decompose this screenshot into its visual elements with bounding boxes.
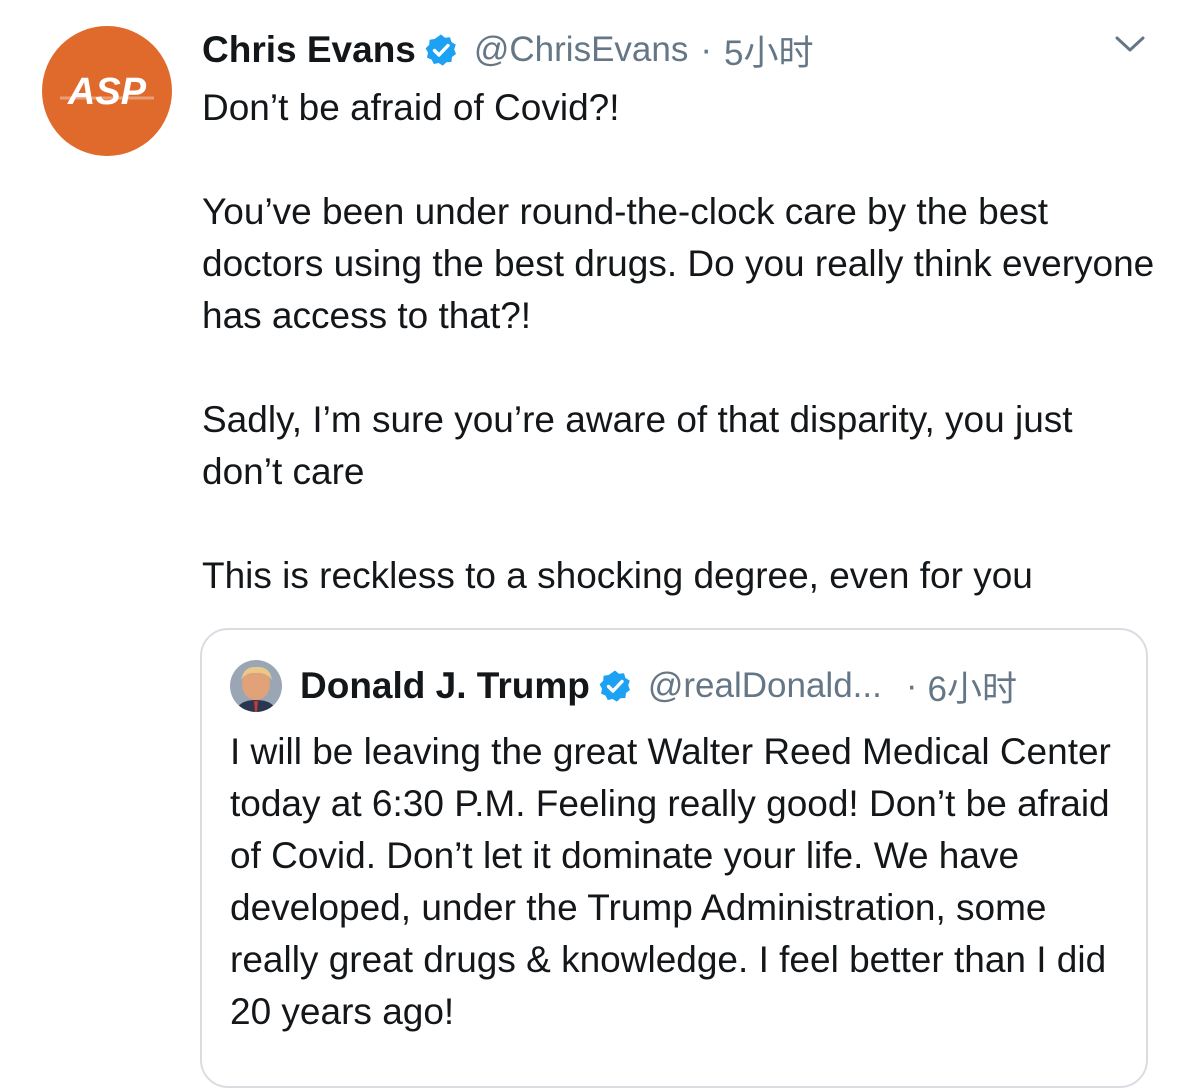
quoted-tweet-text: I will be leaving the great Walter Reed … [230, 731, 1111, 1032]
quoted-tweet[interactable]: Donald J. Trump @realDonald... · 6小时 I w… [200, 628, 1148, 1088]
avatar-logo-text: ASP [67, 71, 147, 113]
tweet-text: Don’t be afraid of Covid?! You’ve been u… [202, 82, 1162, 602]
avatar[interactable]: ASP [42, 26, 172, 156]
quoted-user-handle[interactable]: @realDonald... [648, 666, 882, 706]
verified-badge-icon [424, 33, 458, 67]
quoted-display-name[interactable]: Donald J. Trump [300, 665, 590, 707]
verified-badge-icon [598, 669, 632, 703]
separator-dot: · [700, 30, 713, 69]
separator-dot: · [905, 666, 918, 705]
chevron-down-icon[interactable] [1112, 30, 1148, 58]
tweet-paragraph: This is reckless to a shocking degree, e… [202, 555, 1033, 596]
asp-logo: ASP [60, 71, 154, 113]
user-handle[interactable]: @ChrisEvans [474, 30, 688, 70]
tweet-header: Chris Evans @ChrisEvans · 5小时 [202, 26, 1142, 74]
timestamp[interactable]: 5小时 [724, 25, 813, 76]
tweet-paragraph: You’ve been under round-the-clock care b… [202, 191, 1155, 336]
display-name[interactable]: Chris Evans [202, 29, 416, 71]
quoted-tweet-header: Donald J. Trump @realDonald... · 6小时 [230, 658, 1130, 714]
quoted-timestamp[interactable]: 6小时 [928, 661, 1017, 712]
tweet-paragraph: Sadly, I’m sure you’re aware of that dis… [202, 399, 1073, 492]
quoted-avatar[interactable] [230, 660, 282, 712]
tweet-paragraph: Don’t be afraid of Covid?! [202, 87, 620, 128]
